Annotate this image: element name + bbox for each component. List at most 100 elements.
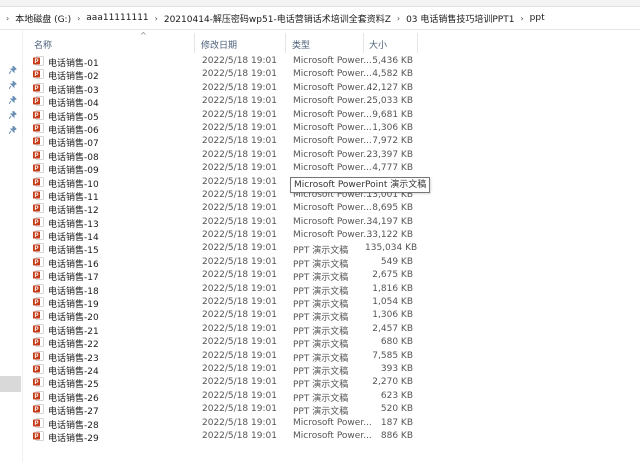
pin-icon[interactable] [9,66,17,74]
file-name: 电话销售-28 [48,420,99,431]
chevron-right-icon[interactable]: › [155,14,158,23]
nav-scrollbar-thumb[interactable] [0,376,21,392]
table-row[interactable]: P 电话销售-04 2022/5/18 19:01 Microsoft Power..… [33,95,433,109]
file-date: 2022/5/18 19:01 [202,337,277,348]
column-header-size[interactable]: 大小 [369,38,387,51]
file-name: 电话销售-18 [48,286,99,297]
breadcrumb-folder-aaa[interactable]: aaa11111111 [86,13,148,23]
table-row[interactable]: P 电话销售-29 2022/5/18 19:01 Microsoft Power..… [33,430,433,444]
breadcrumb-folder-ppt[interactable]: ppt [530,13,545,23]
navigation-pane[interactable] [0,30,23,462]
powerpoint-file-icon: P [33,96,44,107]
table-row[interactable]: P 电话销售-15 2022/5/18 19:01 PPT 演示文稿 135,034 K… [33,242,433,257]
file-size: 4,582 KB [372,69,413,80]
powerpoint-file-icon: P [33,56,44,66]
file-date: 2022/5/18 19:01 [202,109,277,120]
table-row[interactable]: P 电话销售-14 2022/5/18 19:01 Microsoft Power..… [33,229,433,243]
address-bar[interactable]: › 本地磁盘 (G:) › aaa11111111 › 20210414-解压密… [0,7,640,30]
powerpoint-file-icon: P [33,69,44,80]
powerpoint-file-icon: P [33,136,44,147]
column-header-name[interactable]: 名称 [34,38,52,51]
file-name: 电话销售-24 [48,366,99,377]
chevron-right-icon[interactable]: › [77,14,80,23]
file-type: PPT 演示文稿 [293,393,349,404]
svg-text:P: P [34,126,38,132]
file-size: 549 KB [380,256,413,267]
file-name: 电话销售-15 [48,246,99,257]
pin-icon[interactable] [9,96,17,104]
file-date: 2022/5/18 19:01 [202,96,277,107]
column-divider[interactable] [363,33,364,53]
breadcrumb-folder-training[interactable]: 03 电话销售技巧培训PPT1 [406,12,514,25]
column-header-date[interactable]: 修改日期 [201,38,237,51]
pin-icon[interactable] [9,111,17,119]
file-type: PPT 演示文稿 [293,380,349,391]
table-row[interactable]: P 电话销售-28 2022/5/18 19:01 Microsoft Power..… [33,417,433,431]
svg-text:P: P [34,340,38,346]
svg-text:P: P [34,434,38,440]
table-row[interactable]: P 电话销售-26 2022/5/18 19:01 PPT 演示文稿 623 KB [33,390,433,404]
chevron-right-icon[interactable]: › [397,14,400,23]
table-row[interactable]: P 电话销售-22 2022/5/18 19:01 PPT 演示文稿 680 KB [33,336,433,351]
file-type: PPT 演示文稿 [293,340,349,351]
breadcrumb: › 本地磁盘 (G:) › aaa11111111 › 20210414-解压密… [0,12,545,25]
file-name: 电话销售-29 [48,433,99,444]
column-divider[interactable] [194,33,195,53]
file-name: 电话销售-09 [48,166,99,177]
file-date: 2022/5/18 19:01 [202,176,277,187]
pin-icon[interactable] [9,126,17,134]
table-row[interactable]: P 电话销售-13 2022/5/18 19:01 Microsoft Power..… [33,216,433,230]
column-divider[interactable] [417,33,418,53]
file-size: 1,816 KB [372,283,413,294]
file-name: 电话销售-01 [48,59,99,69]
table-row[interactable]: P 电话销售-06 2022/5/18 19:01 Microsoft Power..… [33,122,433,136]
breadcrumb-folder-archive[interactable]: 20210414-解压密码wp51-电话营销话术培训全套资料Z [164,12,391,25]
svg-text:P: P [34,273,38,279]
table-row[interactable]: P 电话销售-23 2022/5/18 19:01 PPT 演示文稿 7,585 KB [33,350,433,364]
table-row[interactable]: P 电话销售-01 2022/5/18 19:01 Microsoft Power..… [33,55,433,69]
table-row[interactable]: P 电话销售-16 2022/5/18 19:01 PPT 演示文稿 549 KB [33,256,433,270]
file-name: 电话销售-10 [48,179,99,190]
file-name: 电话销售-02 [48,72,99,83]
file-name: 电话销售-22 [48,340,99,351]
file-size: 623 KB [380,390,413,401]
table-row[interactable]: P 电话销售-24 2022/5/18 19:01 PPT 演示文稿 393 KB [33,363,433,377]
chevron-right-icon: › [6,13,10,23]
table-row[interactable]: P 电话销售-08 2022/5/18 19:01 Microsoft Power..… [33,149,433,163]
table-row[interactable]: P 电话销售-21 2022/5/18 19:01 PPT 演示文稿 2,457 KB [33,323,433,337]
table-row[interactable]: P 电话销售-20 2022/5/18 19:01 PPT 演示文稿 1,306 KB [33,309,433,323]
table-row[interactable]: P 电话销售-05 2022/5/18 19:01 Microsoft Power..… [33,109,433,123]
powerpoint-file-icon: P [33,82,44,93]
column-header-type[interactable]: 类型 [292,38,310,51]
powerpoint-file-icon: P [33,310,44,321]
powerpoint-file-icon: P [33,350,44,361]
svg-text:P: P [34,72,38,78]
chevron-right-icon[interactable]: › [520,14,523,23]
file-name: 电话销售-27 [48,407,99,418]
column-divider[interactable] [285,33,286,53]
file-size: 1,306 KB [372,310,413,321]
file-date: 2022/5/18 19:01 [202,363,277,374]
table-row[interactable]: P 电话销售-27 2022/5/18 19:01 PPT 演示文稿 520 KB [33,403,433,418]
table-row[interactable]: P 电话销售-03 2022/5/18 19:01 Microsoft Power..… [33,82,433,96]
table-row[interactable]: P 电话销售-19 2022/5/18 19:01 PPT 演示文稿 1,054 KB [33,296,433,310]
file-list[interactable]: P 电话销售-01 2022/5/18 19:01 Microsoft Power..… [33,55,433,444]
table-row[interactable]: P 电话销售-02 2022/5/18 19:01 Microsoft Power..… [33,68,433,83]
table-row[interactable]: P 电话销售-17 2022/5/18 19:01 PPT 演示文稿 2,675 KB [33,269,433,283]
table-row[interactable]: P 电话销售-25 2022/5/18 19:01 PPT 演示文稿 2,270 KB [33,376,433,391]
table-row[interactable]: P 电话销售-09 2022/5/18 19:01 Microsoft Power..… [33,162,433,177]
file-name: 电话销售-23 [48,353,99,364]
powerpoint-file-icon: P [33,390,44,401]
table-row[interactable]: P 电话销售-18 2022/5/18 19:01 PPT 演示文稿 1,816 KB [33,283,433,297]
breadcrumb-drive[interactable]: 本地磁盘 (G:) [15,12,71,25]
file-type: Microsoft Power... [293,69,372,80]
pin-icon[interactable] [9,81,17,89]
file-size: 680 KB [380,337,413,348]
table-row[interactable]: P 电话销售-12 2022/5/18 19:01 Microsoft Power..… [33,202,433,216]
file-size: 135,034 KB [365,243,418,254]
file-size: 7,585 KB [372,350,413,361]
file-type: PPT 演示文稿 [293,326,349,337]
file-date: 2022/5/18 19:01 [202,404,277,415]
file-size: 187 KB [380,417,413,428]
table-row[interactable]: P 电话销售-07 2022/5/18 19:01 Microsoft Power..… [33,135,433,149]
